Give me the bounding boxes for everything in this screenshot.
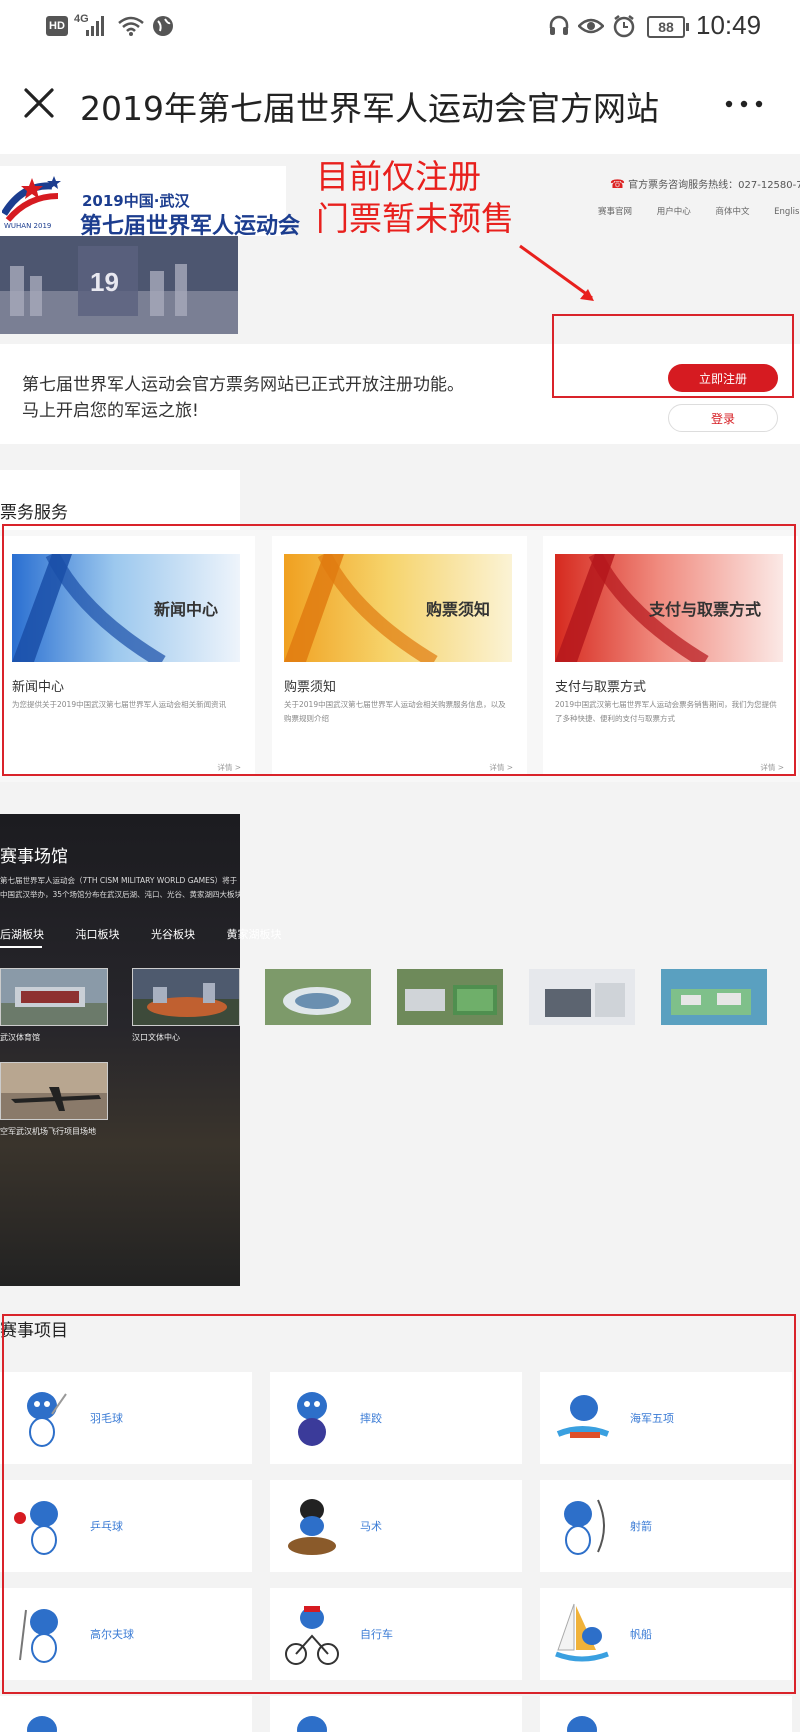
svg-text:19: 19 bbox=[90, 267, 119, 297]
event-card-partial-2[interactable] bbox=[270, 1696, 522, 1732]
title-bar: 2019年第七届世界军人运动会官方网站 bbox=[0, 54, 800, 154]
tab-guanggu[interactable]: 光谷板块 bbox=[151, 928, 195, 941]
annotation-line-2: 门票暂未预售 bbox=[316, 199, 514, 238]
page-title: 2019年第七届世界军人运动会官方网站 bbox=[80, 89, 659, 128]
header-banner-image: 19 bbox=[0, 236, 238, 334]
close-icon[interactable] bbox=[22, 86, 56, 120]
clock: 10:49 bbox=[696, 10, 762, 40]
signal-icon bbox=[86, 16, 104, 36]
top-link-user-center[interactable]: 用户中心 bbox=[657, 207, 691, 217]
mascot-icon bbox=[567, 1716, 597, 1732]
tab-huangjiahu[interactable]: 黄家湖板块 bbox=[227, 928, 282, 941]
mascot-icon bbox=[27, 1716, 57, 1732]
event-card-partial-1[interactable] bbox=[0, 1696, 252, 1732]
ticket-services-header: 票务服务 bbox=[0, 470, 240, 530]
active-tab-indicator bbox=[0, 946, 42, 948]
venue-caption-1: 武汉体育馆 bbox=[0, 1033, 40, 1042]
venue-thumb-7[interactable] bbox=[0, 1062, 108, 1120]
tab-zhuankou[interactable]: 沌口板块 bbox=[76, 928, 120, 941]
tab-houhu[interactable]: 后湖板块 bbox=[0, 928, 44, 941]
status-bar: HD 4G 88 10:49 bbox=[0, 0, 800, 54]
registration-line-1: 第七届世界军人运动会官方票务网站已正式开放注册功能。 bbox=[22, 375, 464, 395]
event-card-partial-3[interactable] bbox=[540, 1696, 792, 1732]
annotation-box-register bbox=[552, 314, 794, 398]
annotation-line-1: 目前仅注册 bbox=[316, 157, 481, 196]
login-button[interactable]: 登录 bbox=[668, 404, 778, 432]
mascot-icon bbox=[297, 1716, 327, 1732]
registration-line-2: 马上开启您的军运之旅! bbox=[22, 401, 199, 421]
venue-tabs: 后湖板块 沌口板块 光谷板块 黄家湖板块 bbox=[0, 926, 310, 942]
venue-thumb-2[interactable] bbox=[132, 968, 240, 1026]
phone-icon: ☎ bbox=[610, 177, 625, 191]
top-nav-links: 赛事官网 用户中心 商体中文 English bbox=[598, 205, 800, 217]
wifi-icon bbox=[118, 16, 144, 36]
annotation-text: 目前仅注册 门票暂未预售 bbox=[316, 156, 514, 240]
games-emblem-icon bbox=[2, 176, 61, 222]
alarm-icon bbox=[613, 15, 635, 38]
venues-panel: 赛事场馆 第七届世界军人运动会（7TH CISM MILITARY WORLD … bbox=[0, 814, 282, 1286]
venue-thumb-4[interactable] bbox=[396, 968, 504, 1026]
annotation-box-events bbox=[2, 1314, 796, 1694]
registration-message: 第七届世界军人运动会官方票务网站已正式开放注册功能。 马上开启您的军运之旅! bbox=[22, 372, 464, 424]
top-link-official[interactable]: 赛事官网 bbox=[598, 207, 632, 217]
battery-indicator: 88 bbox=[647, 16, 689, 38]
top-link-english[interactable]: English bbox=[774, 207, 800, 217]
venue-thumb-1[interactable] bbox=[0, 968, 108, 1026]
venue-thumb-5[interactable] bbox=[528, 968, 636, 1026]
hotline-text: ☎ 官方票务咨询服务热线：027-12580-7 bbox=[610, 177, 800, 191]
annotation-box-services bbox=[2, 524, 796, 776]
hd-badge: HD bbox=[46, 16, 68, 36]
venues-description: 第七届世界军人运动会（7TH CISM MILITARY WORLD GAMES… bbox=[0, 876, 240, 899]
globe-icon bbox=[153, 16, 173, 36]
more-options-icon[interactable] bbox=[725, 100, 763, 108]
venue-caption-3: 空军武汉机场飞行项目场地 bbox=[0, 1127, 96, 1136]
site-logo[interactable]: WUHAN 2019 2019中国·武汉 第七届世界军人运动会 bbox=[0, 166, 300, 239]
venue-caption-2: 汉口文体中心 bbox=[132, 1033, 180, 1042]
logo-subtitle: WUHAN 2019 bbox=[4, 222, 52, 230]
venues-title: 赛事场馆 bbox=[0, 847, 68, 867]
ticket-services-title: 票务服务 bbox=[0, 503, 68, 523]
venue-thumb-3[interactable] bbox=[264, 968, 372, 1026]
top-link-chinese[interactable]: 商体中文 bbox=[715, 207, 749, 217]
eye-icon bbox=[578, 18, 604, 34]
headphones-icon bbox=[549, 15, 569, 35]
annotation-arrow bbox=[519, 244, 594, 301]
venue-thumb-6[interactable] bbox=[660, 968, 768, 1026]
